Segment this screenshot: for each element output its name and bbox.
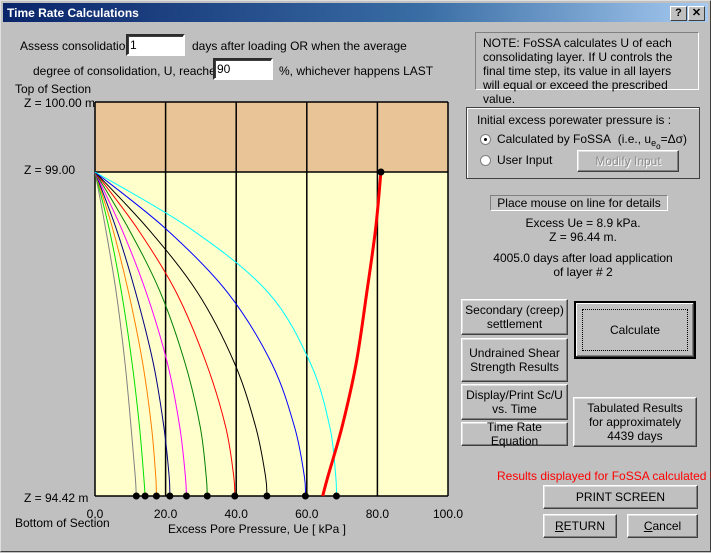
marker-isochrone-7 [231, 492, 239, 500]
tabulated-results-button[interactable]: Tabulated Results for approximately 4439 d… [573, 397, 697, 447]
days-readout: 4005.0 days after load application [493, 251, 673, 265]
soil-layer-2 [95, 172, 448, 496]
x-tick-label: 0.0 [87, 507, 104, 521]
soil-layer-1 [95, 102, 448, 172]
time-rate-dialog: Time Rate Calculations ? ✕ Assess consol… [0, 0, 711, 552]
marker-isochrone-6 [203, 492, 211, 500]
return-button[interactable]: R ETURN [543, 514, 617, 538]
marker-isochrone-10 [332, 492, 340, 500]
group-label: Initial excess porewater pressure is : [477, 113, 672, 127]
radio-user-input-label[interactable]: User Input [497, 153, 552, 167]
x-tick-label: 80.0 [366, 507, 390, 521]
layer-readout: of layer # 2 [553, 265, 613, 279]
display-print-button[interactable]: Display/Print Sc/U vs. Time [461, 384, 568, 420]
marker-isochrone-4 [166, 492, 174, 500]
x-tick-label: 20.0 [154, 507, 178, 521]
calculate-button[interactable]: Calculate [574, 301, 696, 359]
z-readout: Z = 96.44 m. [549, 230, 617, 244]
marker-isochrone-3 [152, 492, 160, 500]
marker-initial-ue [377, 168, 385, 176]
pore-pressure-group: Initial excess porewater pressure is : C… [466, 107, 700, 179]
marker-isochrone-5 [182, 492, 190, 500]
secondary-settlement-button[interactable]: Secondary (creep) settlement [461, 299, 568, 335]
x-tick-label: 100.0 [433, 507, 463, 521]
radio-fossa[interactable] [480, 134, 491, 145]
time-rate-equation-button[interactable]: Time Rate Equation [461, 420, 568, 448]
x-tick-label: 60.0 [295, 507, 319, 521]
radio-user-input[interactable] [480, 155, 491, 166]
x-tick-label: 40.0 [225, 507, 249, 521]
marker-isochrone-2 [141, 492, 149, 500]
cancel-button[interactable]: Cancel [627, 514, 698, 538]
marker-isochrone-1 [132, 492, 140, 500]
x-axis-label: Excess Pore Pressure, Ue [ kPa ] [168, 522, 346, 536]
results-status: Results displayed for FoSSA calculated U… [497, 469, 711, 483]
modify-input-button[interactable]: Modify Input [577, 150, 679, 172]
marker-isochrone-8 [263, 492, 271, 500]
marker-isochrone-9 [301, 492, 309, 500]
details-hint: Place mouse on line for details [490, 195, 668, 211]
print-screen-button[interactable]: PRINT SCREEN [543, 485, 698, 509]
radio-fossa-label[interactable]: Calculated by FoSSA (i.e., ueo=Δσ) [497, 132, 687, 151]
undrained-shear-button[interactable]: Undrained Shear Strength Results [461, 338, 568, 382]
excess-ue-readout: Excess Ue = 8.9 kPa. [525, 216, 641, 230]
